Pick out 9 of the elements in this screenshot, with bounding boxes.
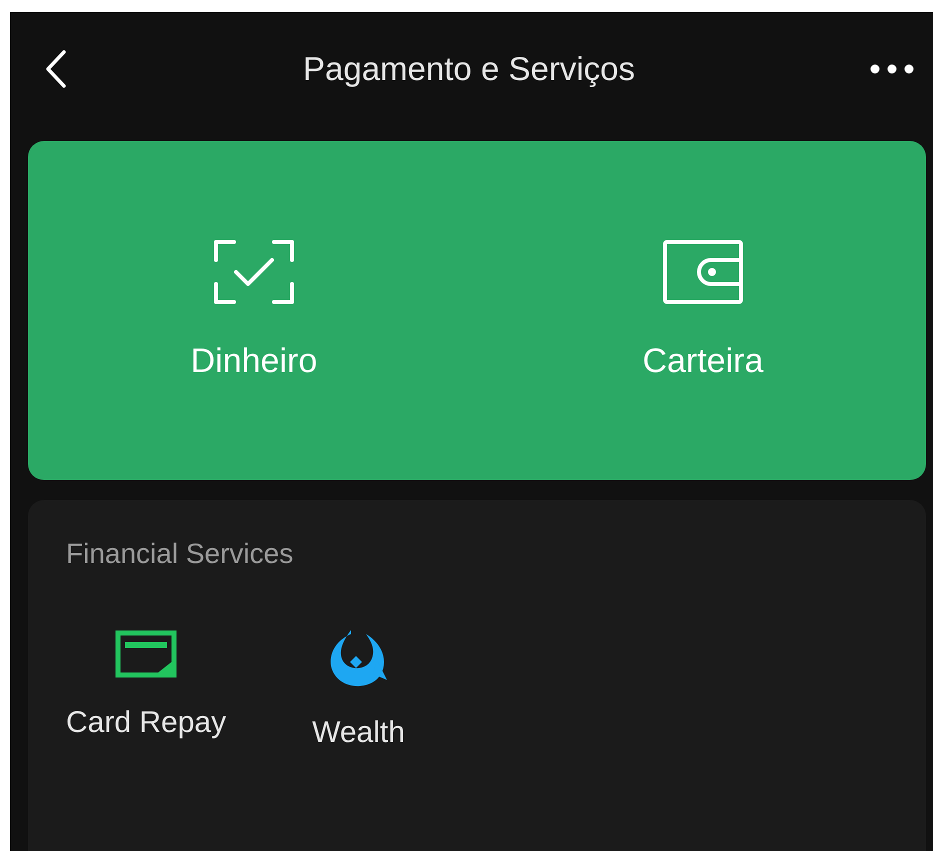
service-button[interactable]: Card Repay — [66, 630, 226, 750]
section-title: Financial Services — [66, 538, 294, 570]
screen-title: Pagamento e Serviços — [302, 50, 635, 88]
back-icon[interactable] — [44, 48, 68, 88]
wallet-icon — [662, 240, 743, 304]
service-button[interactable]: Wealth — [312, 630, 405, 750]
card-icon — [115, 630, 178, 678]
scan-check-icon — [214, 240, 294, 304]
more-icon[interactable] — [870, 64, 914, 74]
